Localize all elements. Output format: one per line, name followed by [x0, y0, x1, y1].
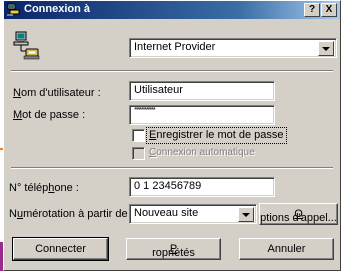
dialing-location-dropdown-arrow[interactable]: [238, 207, 254, 222]
dialing-location-select[interactable]: Nouveau site: [129, 204, 257, 224]
phone-value: 0 1 23456789: [134, 180, 202, 192]
window-title: Connexion à: [24, 3, 91, 15]
title-bar[interactable]: Connexion à ? X: [4, 1, 340, 19]
properties-button[interactable]: Propriétés: [126, 238, 221, 260]
close-button[interactable]: X: [321, 3, 337, 17]
help-button[interactable]: ?: [304, 3, 320, 17]
phone-input[interactable]: 0 1 23456789: [129, 177, 275, 197]
password-label: Mot de passe :: [13, 109, 86, 121]
dialog-window: Connexion à ? X Internet Provider Nom d'…: [3, 0, 341, 271]
password-input[interactable]: ************: [129, 105, 275, 125]
middle-divider: [11, 167, 333, 169]
cancel-label: Annuler: [267, 243, 306, 255]
save-password-checkbox[interactable]: [132, 129, 145, 142]
dialup-connection-icon: [7, 3, 20, 16]
password-masked-value: ************: [134, 107, 156, 114]
dialing-location-value: Nouveau site: [134, 207, 199, 219]
network-computers-icon: [13, 31, 40, 60]
connection-dropdown-arrow[interactable]: [318, 41, 334, 56]
auto-connect-label: Connexion automatique: [149, 147, 255, 158]
dialing-options-button[interactable]: Options d'appel...: [259, 203, 338, 225]
top-divider: [11, 70, 333, 72]
save-password-label[interactable]: Enregistrer le mot de passe: [149, 129, 284, 141]
properties-label: Propriétés: [152, 243, 195, 259]
username-label: Nom d'utilisateur :: [13, 87, 101, 99]
username-value: Utilisateur: [134, 84, 183, 96]
phone-label: N° téléphone :: [9, 182, 79, 194]
connection-select-value: Internet Provider: [134, 41, 216, 53]
dialing-from-label: Numérotation à partir de :: [9, 208, 134, 220]
username-input[interactable]: Utilisateur: [129, 81, 275, 101]
connect-label: Connecter: [35, 243, 86, 255]
auto-connect-checkbox[interactable]: [132, 147, 145, 160]
dialing-options-label: Options d'appel...: [260, 208, 337, 224]
cancel-button[interactable]: Annuler: [239, 238, 334, 260]
connection-select[interactable]: Internet Provider: [129, 38, 337, 58]
connect-button[interactable]: Connecter: [12, 237, 109, 261]
